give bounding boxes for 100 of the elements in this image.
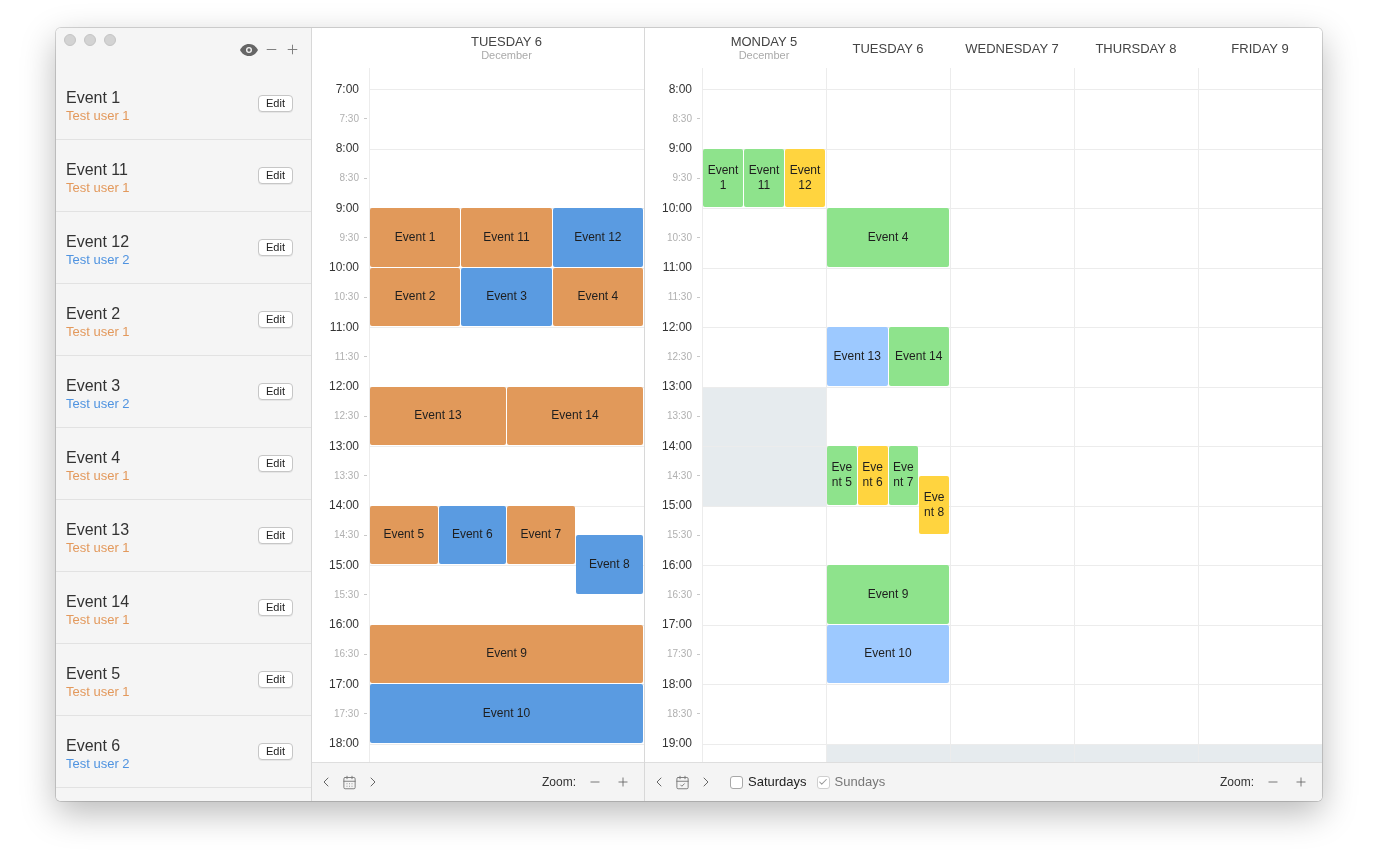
event-user: Test user 1 xyxy=(66,108,130,124)
hour-label: 18:00 xyxy=(328,736,360,751)
hour-label: 14:00 xyxy=(328,498,360,513)
calendar-event[interactable]: Event 5 xyxy=(370,505,438,564)
event-user: Test user 2 xyxy=(66,396,130,412)
calendar-event[interactable]: Event 7 xyxy=(507,505,575,564)
calendar-event[interactable]: Event 13 xyxy=(370,386,506,445)
hour-label: 11:00 xyxy=(662,260,693,275)
calendar-event[interactable]: Event 12 xyxy=(552,208,643,267)
checkbox[interactable] xyxy=(730,775,743,789)
edit-button[interactable]: Edit xyxy=(258,95,293,112)
half-hour-label: 13:30 xyxy=(333,469,359,482)
half-hour-label: 9:30 xyxy=(339,231,359,244)
half-hour-label: 14:30 xyxy=(666,469,692,482)
event-title: Event 3 xyxy=(66,376,122,396)
calendar-check-icon[interactable] xyxy=(675,774,690,790)
event-title: Event 14 xyxy=(66,592,130,612)
calendar-event[interactable]: Event 1 xyxy=(370,208,461,267)
check-icon xyxy=(818,777,829,787)
hour-label: 10:00 xyxy=(328,260,360,275)
event-title: Event 1 xyxy=(66,88,122,108)
half-hour-label: 13:30 xyxy=(666,410,692,423)
calendar-event[interactable]: Event 12 xyxy=(785,148,825,207)
zoom-in-icon[interactable] xyxy=(1294,775,1308,789)
calendar-event[interactable]: Event 6 xyxy=(438,505,506,564)
calendar-event[interactable]: Event 10 xyxy=(370,684,643,743)
hour-label: 12:00 xyxy=(661,319,693,334)
half-hour-label: 8:30 xyxy=(339,172,359,185)
calendar-event[interactable]: Event 10 xyxy=(827,624,949,683)
event-title: Event 2 xyxy=(66,304,122,324)
half-hour-label: 16:30 xyxy=(333,648,359,661)
calendar-event[interactable]: Event 11 xyxy=(744,148,784,207)
half-hour-label: 9:30 xyxy=(672,172,692,185)
half-hour-label: 11:30 xyxy=(667,291,692,304)
calendar-event[interactable]: Event 4 xyxy=(827,208,949,267)
plus-icon[interactable] xyxy=(285,42,300,57)
edit-button[interactable]: Edit xyxy=(258,743,293,760)
hour-label: 7:00 xyxy=(335,81,360,96)
half-hour-label: 17:30 xyxy=(666,648,692,661)
calendar-event[interactable]: Event 6 xyxy=(857,446,888,505)
calendar-event[interactable]: Event 5 xyxy=(827,446,857,505)
day-title: WEDNESDAY 7 xyxy=(965,40,1059,56)
zoom-in-icon[interactable] xyxy=(616,775,630,789)
half-hour-label: 10:30 xyxy=(666,231,692,244)
half-hour-label: 8:30 xyxy=(672,112,692,125)
half-hour-label: 18:30 xyxy=(666,707,692,720)
eye-icon[interactable] xyxy=(240,43,258,56)
hour-label: 16:00 xyxy=(661,557,693,572)
event-user: Test user 1 xyxy=(66,612,130,628)
calendar-event[interactable]: Event 13 xyxy=(827,327,888,386)
calendar-event[interactable]: Event 14 xyxy=(507,386,643,445)
half-hour-label: 17:30 xyxy=(333,707,359,720)
hour-label: 9:00 xyxy=(668,141,693,156)
edit-button[interactable]: Edit xyxy=(258,383,293,400)
calendar-event[interactable]: Event 9 xyxy=(827,565,949,624)
checkbox-label[interactable]: Saturdays xyxy=(748,772,807,792)
event-title: Event 5 xyxy=(66,664,122,684)
day-title: THURSDAY 8 xyxy=(1095,40,1177,56)
event-user: Test user 1 xyxy=(66,324,130,340)
zoom-label: Zoom: xyxy=(1220,774,1254,791)
calendar-event[interactable]: Event 9 xyxy=(370,624,643,683)
day-title: TUESDAY 6 xyxy=(470,34,542,49)
day-title: MONDAY 5 xyxy=(730,34,798,49)
hour-label: 8:00 xyxy=(668,81,693,96)
calendar-event[interactable]: Event 4 xyxy=(552,267,643,326)
day-title: FRIDAY 9 xyxy=(1231,40,1289,56)
calendar-event[interactable]: Event 11 xyxy=(461,208,552,267)
calendar-icon[interactable] xyxy=(342,774,357,790)
hour-label: 13:00 xyxy=(328,438,360,453)
calendar-event[interactable]: Event 8 xyxy=(919,475,949,535)
calendar-event[interactable]: Event 3 xyxy=(461,267,552,326)
hour-label: 15:00 xyxy=(661,498,693,513)
calendar-event[interactable]: Event 7 xyxy=(888,446,919,505)
edit-button[interactable]: Edit xyxy=(258,527,293,544)
calendar-event[interactable]: Event 2 xyxy=(370,267,461,326)
day-title: TUESDAY 6 xyxy=(852,40,924,56)
half-hour-label: 7:30 xyxy=(339,112,359,125)
half-hour-label: 12:30 xyxy=(333,410,359,423)
edit-button[interactable]: Edit xyxy=(258,239,293,256)
hour-label: 19:00 xyxy=(661,736,693,751)
event-title: Event 11 xyxy=(66,160,129,180)
event-user: Test user 2 xyxy=(66,252,130,268)
edit-button[interactable]: Edit xyxy=(258,167,293,184)
hour-label: 17:00 xyxy=(328,676,360,691)
edit-button[interactable]: Edit xyxy=(258,671,293,688)
month-label: December xyxy=(481,49,532,62)
event-user: Test user 1 xyxy=(66,468,130,484)
hour-label: 16:00 xyxy=(328,617,360,632)
edit-button[interactable]: Edit xyxy=(258,599,293,616)
event-title: Event 6 xyxy=(66,736,122,756)
hour-label: 17:00 xyxy=(661,617,693,632)
event-title: Event 4 xyxy=(66,448,122,468)
calendar-event[interactable]: Event 8 xyxy=(575,535,643,594)
edit-button[interactable]: Edit xyxy=(258,455,293,472)
calendar-event[interactable]: Event 1 xyxy=(703,148,743,207)
half-hour-label: 15:30 xyxy=(333,588,359,601)
calendar-event[interactable]: Event 14 xyxy=(888,327,949,386)
hour-label: 10:00 xyxy=(661,200,693,215)
event-user: Test user 2 xyxy=(66,756,130,772)
edit-button[interactable]: Edit xyxy=(258,311,293,328)
